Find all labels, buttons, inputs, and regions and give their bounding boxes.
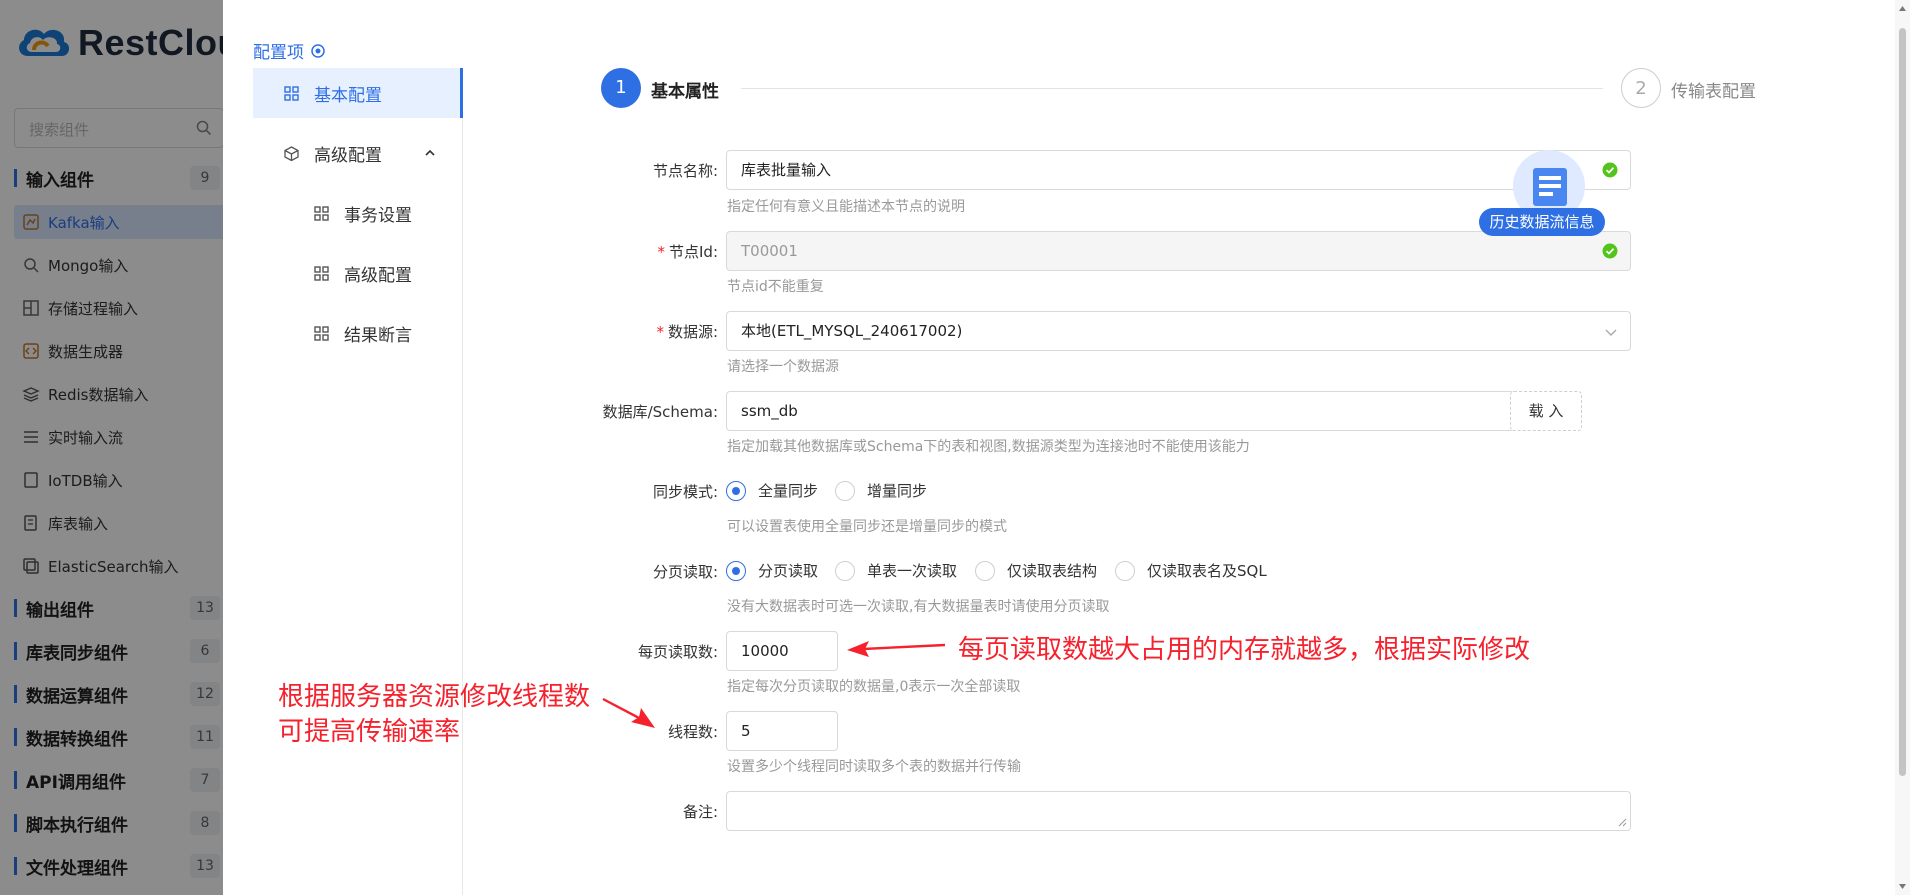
radio-dot [1115, 560, 1135, 581]
schema-hint: 指定加载其他数据库或Schema下的表和视图,数据源类型为连接池时不能使用该能力 [727, 439, 1250, 455]
datasource-label: * 数据源: [518, 321, 718, 342]
radio-dot-selected [726, 560, 746, 581]
datasource-value: 本地(ETL_MYSQL_240617002) [741, 322, 963, 340]
radio-dot [835, 560, 855, 581]
node-id-hint: 节点id不能重复 [727, 279, 824, 295]
nav-label: 高级配置 [344, 265, 412, 286]
paging-label: 分页读取: [518, 561, 718, 582]
sync-mode-label: 同步模式: [518, 481, 718, 502]
config-drawer: 配置项 基本配置 高级配置 事务设置 高级配置 结果断言 1 基本属性 2 传输… [223, 0, 1910, 895]
sync-mode-label-text: 同步模式: [652, 483, 718, 501]
scroll-down-icon[interactable] [1898, 882, 1907, 891]
required-mark: * [656, 323, 664, 341]
nav-transaction-settings[interactable]: 事务设置 [253, 188, 463, 238]
annotation-arrow-left-icon [847, 641, 946, 657]
config-nav: 基本配置 高级配置 事务设置 高级配置 结果断言 [253, 68, 463, 895]
radio-dot-selected [726, 480, 746, 501]
step-1-circle[interactable]: 1 [601, 68, 641, 108]
nav-advanced-config[interactable]: 高级配置 [253, 128, 463, 178]
annotation-arrow-down-right-icon [602, 697, 655, 728]
radio-structure-only[interactable]: 仅读取表结构 [975, 560, 1097, 581]
drawer-scrollbar[interactable] [1895, 0, 1910, 895]
chevron-down-icon [1605, 329, 1617, 336]
paging-hint: 没有大数据表时可选一次读取,有大数据量表时请使用分页读取 [727, 599, 1110, 615]
nav-basic-config[interactable]: 基本配置 [253, 68, 463, 118]
required-mark: * [657, 243, 666, 261]
load-button[interactable]: 载 入 [1510, 391, 1582, 431]
radio-label: 仅读取表名及SQL [1147, 562, 1267, 580]
config-title-text: 配置项 [253, 43, 304, 63]
datasource-select[interactable]: 本地(ETL_MYSQL_240617002) [726, 311, 1631, 351]
history-label: 历史数据流信息 [1479, 208, 1605, 236]
node-name-label: 节点名称: [518, 160, 718, 181]
page-size-label-text: 每页读取数: [637, 643, 718, 661]
chevron-up-icon[interactable] [423, 146, 437, 160]
scroll-up-icon[interactable] [1898, 4, 1907, 13]
grid-icon [314, 205, 329, 221]
node-name-label-text: 节点名称: [652, 162, 718, 180]
sync-mode-hint: 可以设置表使用全量同步还是增量同步的模式 [727, 519, 1007, 535]
check-circle-icon [1602, 243, 1618, 259]
radio-paging-read[interactable]: 分页读取 [726, 560, 818, 581]
threads-annotation: 根据服务器资源修改线程数 可提高传输速率 [278, 680, 590, 750]
remark-label: 备注: [518, 801, 718, 822]
schema-label-text: 数据库/Schema: [602, 403, 718, 421]
cube-icon [284, 145, 299, 161]
schema-input[interactable]: ssm_db [726, 391, 1519, 431]
schema-value: ssm_db [741, 402, 798, 420]
radio-dot [975, 560, 995, 581]
grid-icon [314, 325, 329, 341]
threads-input[interactable]: 5 [726, 711, 838, 751]
config-title: 配置项 [253, 38, 326, 63]
step-connector [741, 88, 1603, 89]
radio-single-read[interactable]: 单表一次读取 [835, 560, 957, 581]
schema-label: 数据库/Schema: [518, 401, 718, 422]
node-id-value: T00001 [741, 242, 798, 260]
page-size-hint: 指定每次分页读取的数据量,0表示一次全部读取 [727, 679, 1021, 695]
threads-annotation-line2: 可提高传输速率 [278, 717, 461, 747]
resize-handle-icon[interactable] [1618, 818, 1627, 827]
history-dataflow-button[interactable]: 历史数据流信息 [1479, 150, 1609, 240]
radio-name-sql-only[interactable]: 仅读取表名及SQL [1115, 560, 1267, 581]
nav-result-assertion[interactable]: 结果断言 [253, 308, 463, 358]
radio-full-sync[interactable]: 全量同步 [726, 480, 818, 501]
radio-label: 仅读取表结构 [1007, 562, 1098, 580]
nav-advanced-sub[interactable]: 高级配置 [253, 248, 463, 298]
threads-hint: 设置多少个线程同时读取多个表的数据并行传输 [727, 759, 1021, 775]
grid-icon [314, 265, 329, 281]
datasource-label-text: 数据源: [667, 323, 718, 341]
radio-incremental-sync[interactable]: 增量同步 [835, 480, 927, 501]
node-name-value: 库表批量输入 [741, 161, 832, 179]
radio-dot [835, 480, 855, 501]
radio-label: 分页读取 [758, 562, 819, 580]
remark-label-text: 备注: [682, 803, 718, 821]
history-document-icon [1533, 168, 1567, 206]
page-size-value: 10000 [741, 642, 789, 660]
radio-label: 增量同步 [867, 482, 928, 500]
grid-icon [284, 85, 299, 101]
target-icon [311, 43, 325, 58]
node-id-label: * 节点Id: [518, 241, 719, 262]
paging-label-text: 分页读取: [652, 563, 718, 581]
datasource-hint: 请选择一个数据源 [727, 359, 839, 375]
nav-label: 高级配置 [314, 145, 382, 166]
threads-annotation-line1: 根据服务器资源修改线程数 [278, 682, 591, 712]
step-2-label[interactable]: 传输表配置 [1671, 77, 1756, 102]
scrollbar-thumb[interactable] [1899, 28, 1906, 776]
page-size-annotation: 每页读取数越大占用的内存就越多，根据实际修改 [958, 635, 1531, 665]
radio-label: 单表一次读取 [867, 562, 958, 580]
nav-label: 基本配置 [314, 85, 382, 106]
remark-textarea[interactable] [726, 791, 1631, 831]
node-id-label-text: 节点Id: [669, 243, 718, 261]
page-size-input[interactable]: 10000 [726, 631, 838, 671]
step-1-label[interactable]: 基本属性 [651, 77, 719, 102]
step-2-circle[interactable]: 2 [1621, 68, 1661, 108]
nav-label: 事务设置 [344, 205, 412, 226]
radio-label: 全量同步 [758, 482, 819, 500]
threads-label-text: 线程数: [667, 723, 718, 741]
nav-label: 结果断言 [344, 325, 412, 346]
node-name-hint: 指定任何有意义且能描述本节点的说明 [727, 199, 965, 215]
page-size-label: 每页读取数: [518, 641, 718, 662]
threads-value: 5 [741, 722, 751, 740]
